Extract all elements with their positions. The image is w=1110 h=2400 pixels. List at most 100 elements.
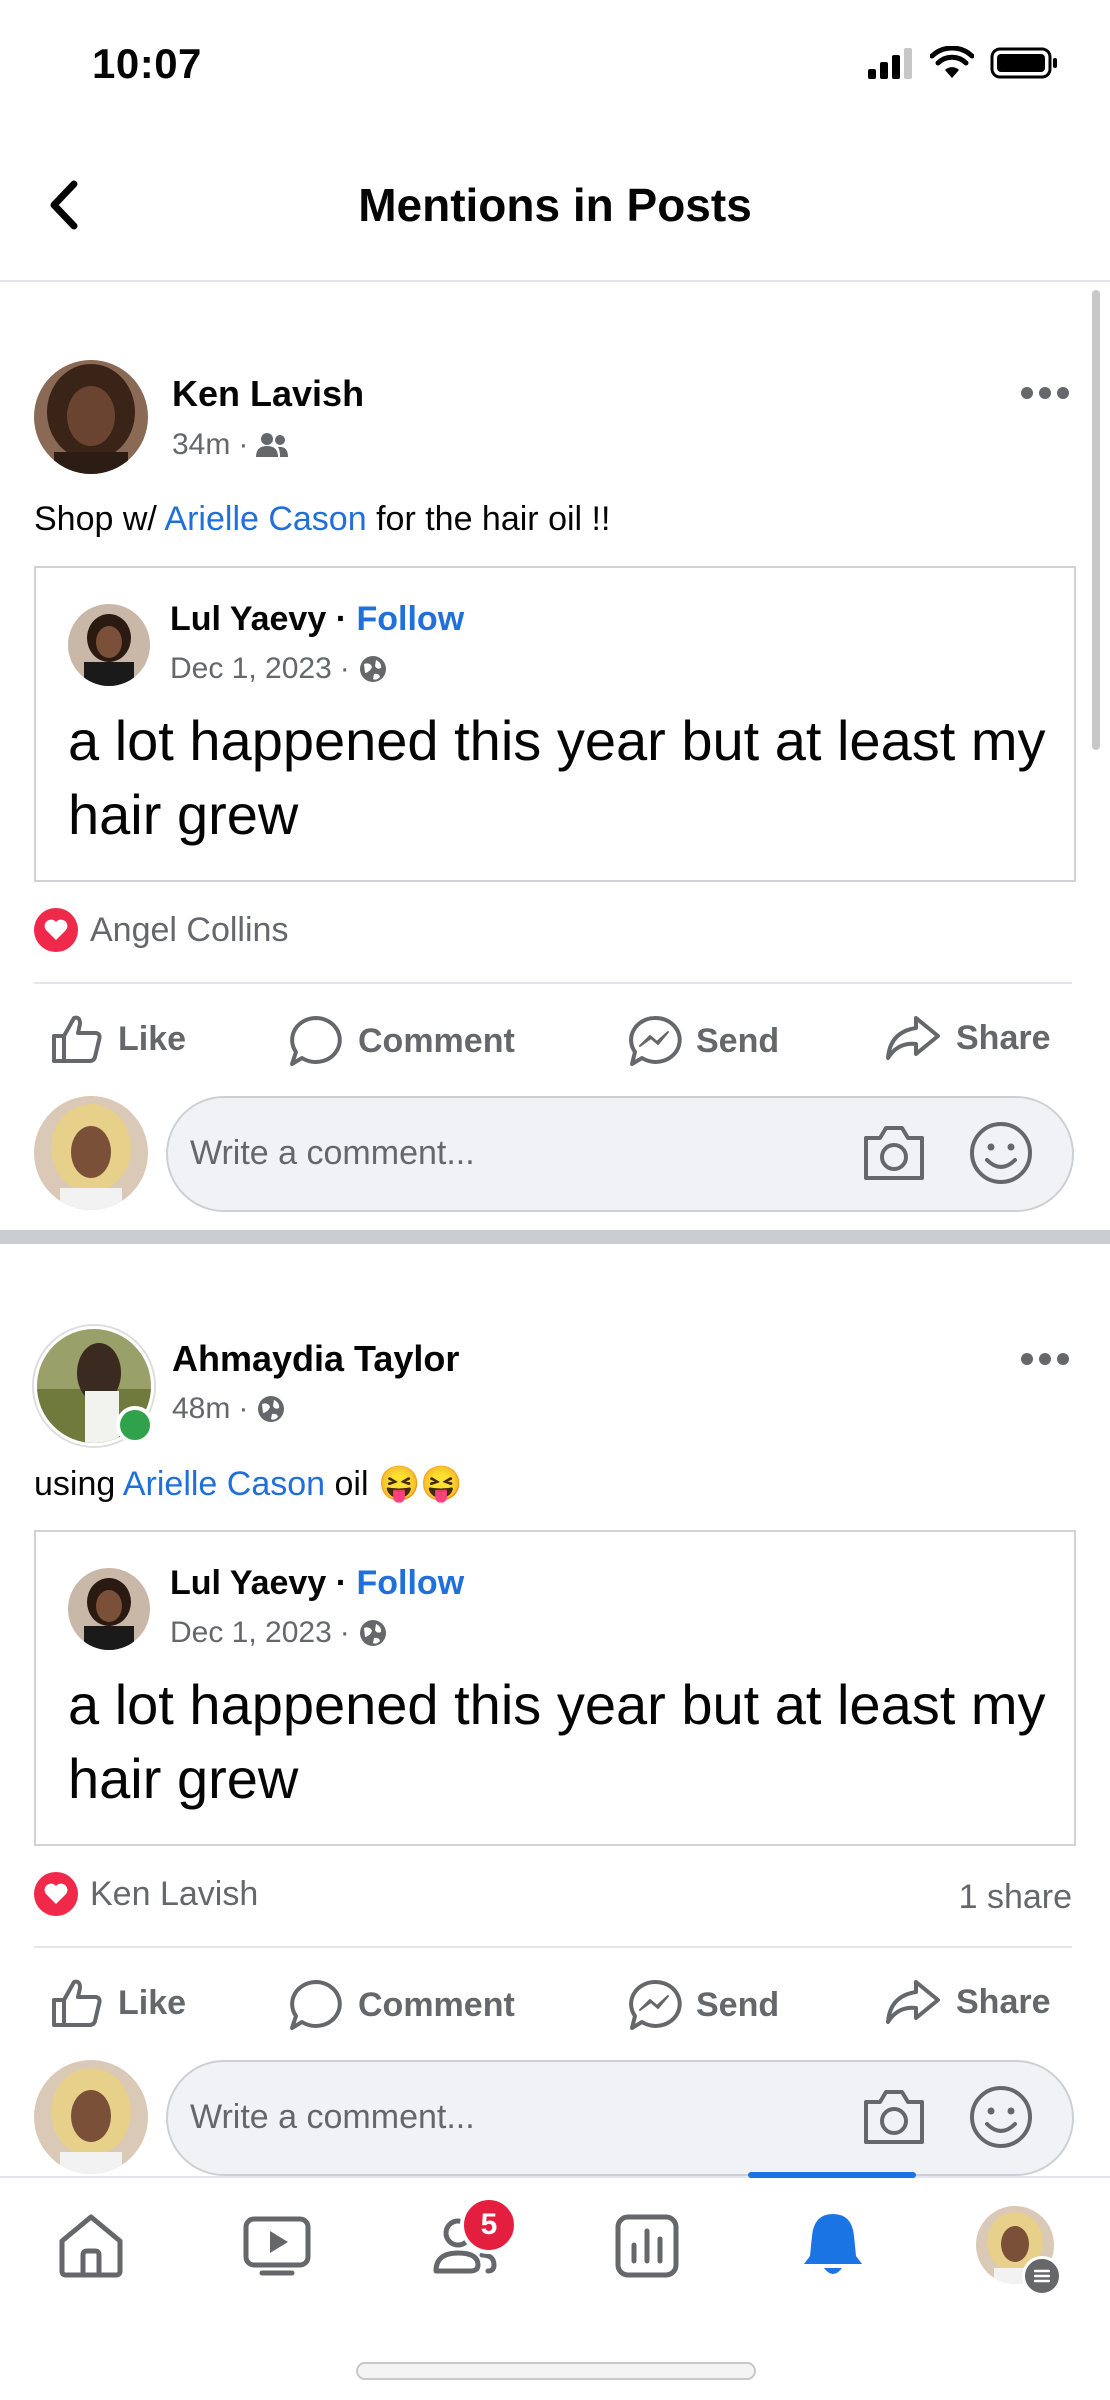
share-button[interactable]: Share [884,1014,1051,1062]
like-button[interactable]: Like [50,1014,186,1064]
shared-date: Dec 1, 2023 [170,1616,332,1649]
scrollbar[interactable] [1092,290,1100,750]
share-button[interactable]: Share [884,1978,1051,2026]
shared-text: a lot happened this year but at least my… [68,709,1046,846]
comment-icon [290,1980,342,2030]
post-time: 48m [172,1392,231,1425]
emoji-icon[interactable] [968,2084,1034,2150]
reactions-divider [34,1946,1072,1948]
post-time: 34m [172,428,231,461]
camera-icon[interactable] [860,2086,928,2148]
comment-input[interactable]: Write a comment... [166,2060,1074,2176]
author-name[interactable]: Ahmaydia Taylor [172,1338,459,1380]
video-icon [243,2216,311,2276]
shared-date: Dec 1, 2023 [170,652,332,685]
like-label: Like [118,1983,187,2022]
like-button[interactable]: Like [50,1978,186,2028]
bottom-nav-divider [0,2176,1110,2178]
shared-author-avatar[interactable] [68,604,150,686]
meta-separator: · [339,1616,350,1649]
post-text-before: using [34,1465,123,1503]
post-meta: 34m · [172,428,289,462]
post-text-before: Shop w/ [34,500,165,538]
comment-button[interactable]: Comment [288,1978,515,2032]
shared-meta: Dec 1, 2023 · [170,652,388,686]
more-icon [1021,387,1069,399]
meta-separator: · [238,428,249,461]
home-indicator[interactable] [356,2362,756,2380]
nav-video[interactable] [232,2200,322,2290]
send-button[interactable]: Send [626,1978,779,2032]
post-text-after: for the hair oil !! [366,500,611,538]
messenger-icon [629,1979,682,2030]
like-icon [52,1015,102,1063]
heart-reaction-icon [34,1872,78,1916]
shared-dot: · [335,600,357,638]
nav-home[interactable] [46,2200,136,2290]
follow-button[interactable]: Follow [357,600,465,638]
more-options-button[interactable] [1020,370,1070,409]
comment-input[interactable]: Write a comment... [166,1096,1074,1212]
shared-author-line: Lul Yaevy · Follow [170,600,464,639]
send-button[interactable]: Send [626,1014,779,1068]
share-icon [886,1016,940,1060]
bell-icon [804,2214,862,2274]
comment-icon [290,1016,342,1066]
wifi-icon [930,46,974,78]
author-name[interactable]: Ken Lavish [172,373,364,415]
friends-icon [256,433,289,457]
shared-text: a lot happened this year but at least my… [68,1673,1046,1810]
shared-author-line: Lul Yaevy · Follow [170,1564,464,1603]
comment-placeholder: Write a comment... [190,1134,475,1172]
reaction-summary[interactable]: Ken Lavish [34,1872,258,1916]
like-label: Like [118,1019,187,1058]
shared-post-card[interactable]: Lul Yaevy · Follow Dec 1, 2023 · a lot h… [34,566,1076,882]
mention-link[interactable]: Arielle Cason [123,1465,325,1503]
comment-label: Comment [358,1985,515,2024]
friends-notification-badge: 5 [460,2196,518,2254]
post-text: using Arielle Cason oil 😝😝 [34,1464,463,1504]
send-label: Send [696,1021,780,1060]
shared-dot: · [335,1564,357,1602]
my-avatar[interactable] [34,1096,148,1210]
meta-separator: · [238,1392,249,1425]
status-icons [868,46,1060,80]
signal-icon [868,48,912,79]
comment-button[interactable]: Comment [288,1014,515,1068]
globe-icon [359,656,386,682]
globe-icon [359,1620,386,1646]
more-icon [1021,1353,1069,1365]
meta-separator: · [339,652,350,685]
shared-meta: Dec 1, 2023 · [170,1616,388,1650]
shared-author-avatar[interactable] [68,1568,150,1650]
messenger-icon [629,1015,682,1066]
post-separator [0,1230,1110,1244]
author-avatar[interactable] [34,360,148,474]
reactor-name: Angel Collins [90,910,289,949]
home-icon [59,2214,123,2278]
camera-icon[interactable] [860,1122,928,1184]
follow-button[interactable]: Follow [357,1564,465,1602]
post-text-after: oil 😝😝 [325,1465,463,1503]
shared-author-name[interactable]: Lul Yaevy [170,1564,326,1602]
menu-icon [1034,2269,1050,2283]
post-text: Shop w/ Arielle Cason for the hair oil !… [34,500,610,539]
share-count[interactable]: 1 share [959,1878,1072,1917]
like-icon [52,1979,102,2027]
reaction-summary[interactable]: Angel Collins [34,908,288,952]
active-tab-indicator [748,2172,916,2178]
mention-link[interactable]: Arielle Cason [164,500,366,538]
share-icon [886,1980,940,2024]
comment-placeholder: Write a comment... [190,2098,475,2136]
nav-notifications[interactable] [788,2200,878,2290]
shared-author-name[interactable]: Lul Yaevy [170,600,326,638]
more-options-button[interactable] [1020,1336,1070,1375]
globe-icon [258,1396,285,1422]
nav-dashboard[interactable] [602,2200,692,2290]
emoji-icon[interactable] [968,1120,1034,1186]
heart-reaction-icon [34,908,78,952]
comment-label: Comment [358,1021,515,1060]
reactions-divider [34,982,1072,984]
shared-post-card[interactable]: Lul Yaevy · Follow Dec 1, 2023 · a lot h… [34,1530,1076,1846]
my-avatar[interactable] [34,2060,148,2174]
